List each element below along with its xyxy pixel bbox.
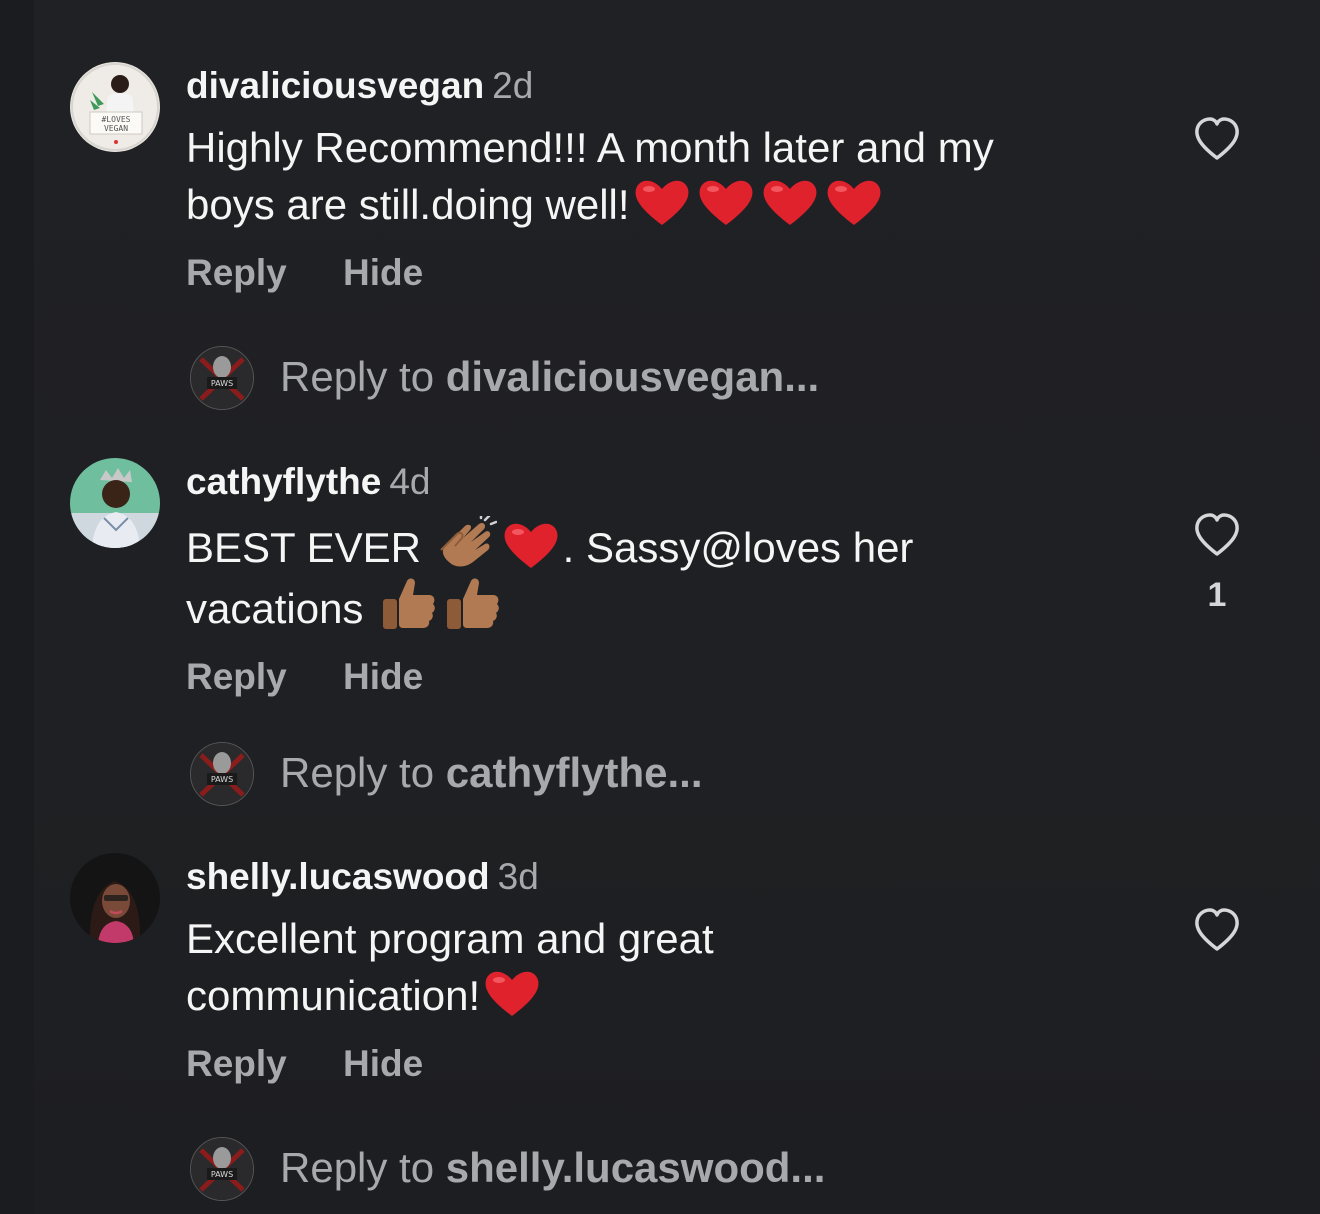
comment-username[interactable]: divaliciousvegan <box>186 65 484 106</box>
red-heart-icon <box>482 966 542 1018</box>
reply-prompt-target: shelly.lucaswood... <box>445 1144 826 1191</box>
heart-outline-icon <box>1190 116 1244 162</box>
reply-prompt-target: cathyflythe... <box>445 749 703 796</box>
own-avatar-label: PAWS <box>211 775 233 784</box>
reply-prompt-target: divaliciousvegan... <box>445 353 820 400</box>
reply-to-row[interactable]: PAWS Reply to divaliciousvegan... <box>190 346 1090 410</box>
own-avatar: PAWS <box>190 346 254 410</box>
thumbs-up-icon <box>441 575 501 631</box>
own-avatar: PAWS <box>190 1137 254 1201</box>
reply-button[interactable]: Reply <box>186 252 287 294</box>
reply-prompt-prefix: Reply to <box>280 353 446 400</box>
hide-button[interactable]: Hide <box>343 252 423 294</box>
comment-username[interactable]: shelly.lucaswood <box>186 856 490 897</box>
heart-outline-icon <box>1190 512 1244 558</box>
reply-prompt-prefix: Reply to <box>280 749 446 796</box>
comment-text-line2: communication! <box>186 972 481 1019</box>
like-button[interactable] <box>1190 907 1244 953</box>
comment-text-line1: Excellent program and great <box>186 915 714 962</box>
reply-to-row[interactable]: PAWS Reply to shelly.lucaswood... <box>190 1137 1090 1201</box>
comment-time: 2d <box>492 65 534 106</box>
red-heart-icon <box>632 175 692 227</box>
comment-text: Excellent program and great communicatio… <box>186 911 1166 1023</box>
reply-prompt[interactable]: Reply to cathyflythe... <box>280 748 703 798</box>
avatar[interactable] <box>70 458 160 548</box>
own-avatar-label: PAWS <box>211 1170 233 1179</box>
avatar[interactable] <box>70 853 160 943</box>
red-heart-icon <box>824 175 884 227</box>
like-button[interactable]: 1 <box>1190 512 1244 615</box>
reply-prompt[interactable]: Reply to shelly.lucaswood... <box>280 1143 825 1193</box>
own-avatar-label: PAWS <box>211 379 233 388</box>
red-heart-icon <box>760 175 820 227</box>
comment-text: Highly Recommend!!! A month later and my… <box>186 120 1166 232</box>
left-edge-shade <box>0 0 34 1214</box>
thumbs-up-icon <box>377 575 437 631</box>
comment-text: BEST EVER . Sassy@loves her vacations <box>186 516 1166 636</box>
comment-text-line2: vacations <box>186 585 376 632</box>
comments-panel: #LOVES VEGAN divaliciousvegan 2d Highly R… <box>0 0 1320 1214</box>
hide-button[interactable]: Hide <box>343 1043 423 1085</box>
like-button[interactable] <box>1190 116 1244 162</box>
comment-text-part2: . Sassy@loves her <box>562 524 914 571</box>
comment-text-line1: Highly Recommend!!! A month later and my <box>186 124 994 171</box>
comment-username[interactable]: cathyflythe <box>186 461 381 502</box>
comment-time: 3d <box>497 856 539 897</box>
hide-button[interactable]: Hide <box>343 656 423 698</box>
avatar[interactable]: #LOVES VEGAN <box>70 62 160 152</box>
own-avatar: PAWS <box>190 742 254 806</box>
reply-button[interactable]: Reply <box>186 656 287 698</box>
avatar-sign-line1: #LOVES <box>102 115 131 124</box>
comment-text-part1: BEST EVER <box>186 524 433 571</box>
reply-prompt[interactable]: Reply to divaliciousvegan... <box>280 352 819 402</box>
reply-to-row[interactable]: PAWS Reply to cathyflythe... <box>190 742 1090 806</box>
reply-prompt-prefix: Reply to <box>280 1144 446 1191</box>
red-heart-icon <box>501 518 561 570</box>
like-count: 1 <box>1207 576 1227 614</box>
clapping-hands-icon <box>435 516 497 570</box>
avatar-sign-line2: VEGAN <box>104 124 128 133</box>
reply-button[interactable]: Reply <box>186 1043 287 1085</box>
heart-outline-icon <box>1190 907 1244 953</box>
comment-text-line2: boys are still.doing well! <box>186 181 630 228</box>
red-heart-icon <box>696 175 756 227</box>
comment-time: 4d <box>389 461 431 502</box>
